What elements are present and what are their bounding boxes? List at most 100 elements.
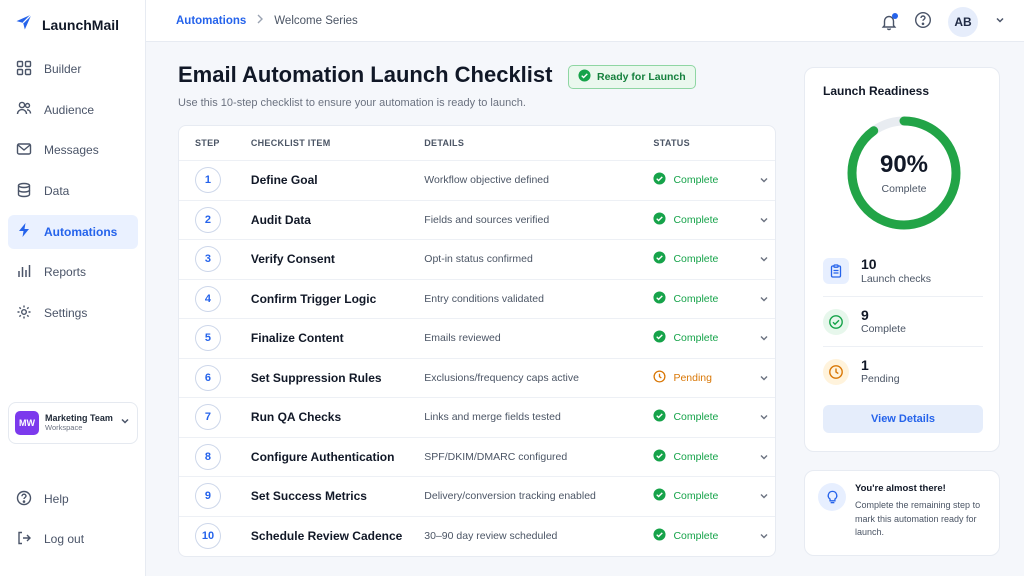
item-details: 30–90 day review scheduled xyxy=(424,530,558,543)
breadcrumb-automations[interactable]: Automations xyxy=(176,15,246,27)
status-label: Complete xyxy=(673,253,719,266)
sidebar-item-audience[interactable]: Audience xyxy=(8,93,138,127)
check-circle-icon xyxy=(653,528,666,544)
chevron-down-icon[interactable] xyxy=(753,411,775,423)
sidebar-item-label: Audience xyxy=(44,102,95,117)
sidebar-item-label: Automations xyxy=(44,224,118,239)
help-circle-icon[interactable] xyxy=(914,11,932,34)
brand[interactable]: LaunchMail xyxy=(14,12,119,37)
table-row[interactable]: 7 Run QA Checks Links and merge fields tes… xyxy=(179,398,775,438)
sidebar-item-help[interactable]: Help xyxy=(8,482,138,516)
chevron-down-icon[interactable] xyxy=(994,13,1006,31)
chevron-down-icon[interactable] xyxy=(753,253,775,265)
chevron-down-icon xyxy=(119,414,131,432)
header-details: DETAILS xyxy=(424,138,465,148)
item-status: Complete xyxy=(653,449,753,465)
table-row[interactable]: 4 Confirm Trigger Logic Entry conditions v… xyxy=(179,280,775,319)
table-row[interactable]: 5 Finalize Content Emails reviewed Complete xyxy=(179,319,775,359)
stat-value: 1 xyxy=(861,356,869,373)
clock-icon xyxy=(653,370,666,386)
sidebar-item-label: Reports xyxy=(44,265,87,280)
page-title: Email Automation Launch Checklist xyxy=(178,62,553,87)
item-status: Complete xyxy=(653,172,753,188)
readiness-title: Launch Readiness xyxy=(823,84,930,98)
chevron-down-icon[interactable] xyxy=(753,332,775,344)
sidebar-item-label: Builder xyxy=(44,62,82,76)
header-item: CHECKLIST ITEM xyxy=(250,138,331,148)
workspace-switcher[interactable]: MW Marketing Team Workspace xyxy=(8,402,138,444)
workspace-avatar: MW xyxy=(15,411,39,435)
table-row[interactable]: 10 Schedule Review Cadence 30–90 day revie… xyxy=(179,517,775,557)
item-details: Emails reviewed xyxy=(424,332,501,345)
status-label: Complete xyxy=(673,332,719,345)
chevron-down-icon[interactable] xyxy=(753,530,775,542)
check-circle-icon xyxy=(653,251,666,267)
checklist-item: Configure Authentication xyxy=(250,449,395,464)
table-row[interactable]: 8 Configure Authentication SPF/DKIM/DMARC … xyxy=(179,438,775,477)
item-status: Complete xyxy=(653,409,753,425)
status-label: Complete xyxy=(673,174,719,187)
table-row[interactable]: 3 Verify Consent Opt-in status confirmed Co… xyxy=(179,240,775,280)
help-icon xyxy=(16,490,32,509)
item-details: Workflow objective defined xyxy=(424,174,549,187)
stat-pending: 1 Pending xyxy=(823,346,983,396)
item-status: Complete xyxy=(653,291,753,307)
chevron-down-icon[interactable] xyxy=(753,451,775,463)
checklist-item: Verify Consent xyxy=(250,252,335,267)
sidebar-item-data[interactable]: Data xyxy=(8,174,138,208)
stat-label: Complete xyxy=(861,323,906,336)
table-row[interactable]: 9 Set Success Metrics Delivery/conversion … xyxy=(179,477,775,517)
checklist-item: Schedule Review Cadence xyxy=(250,529,403,544)
stat-complete: 9 Complete xyxy=(823,296,983,346)
check-circle-icon xyxy=(578,69,591,85)
sidebar-item-automations[interactable]: Automations xyxy=(8,214,138,249)
table-header: STEP CHECKLIST ITEM DETAILS STATUS xyxy=(179,126,775,161)
launch-readiness-card: Launch Readiness 90% Complete 10 Launch … xyxy=(804,67,1000,452)
bolt-icon xyxy=(16,222,32,241)
step-number: 10 xyxy=(195,523,221,550)
top-actions: AB xyxy=(880,7,1006,37)
chevron-down-icon[interactable] xyxy=(753,174,775,186)
table-row[interactable]: 6 Set Suppression Rules Exclusions/frequen… xyxy=(179,359,775,398)
sidebar-item-builder[interactable]: Builder xyxy=(8,52,138,86)
checklist-item: Audit Data xyxy=(250,212,311,227)
view-details-button[interactable]: View Details xyxy=(823,405,983,433)
user-avatar[interactable]: AB xyxy=(948,7,978,37)
check-circle-icon xyxy=(653,291,666,307)
topbar: Automations Welcome Series AB xyxy=(146,0,1024,42)
header-status: STATUS xyxy=(653,138,690,148)
table-row[interactable]: 1 Define Goal Workflow objective defined Co… xyxy=(179,161,775,201)
chevron-down-icon[interactable] xyxy=(753,293,775,305)
step-number: 9 xyxy=(195,483,221,510)
stat-label: Pending xyxy=(861,373,900,386)
gauge-text: 90% Complete xyxy=(844,113,964,233)
chevron-down-icon[interactable] xyxy=(753,372,775,384)
bell-icon xyxy=(880,15,898,35)
checklist-table: STEP CHECKLIST ITEM DETAILS STATUS 1 Defi… xyxy=(178,125,776,557)
sidebar-item-label: Log out xyxy=(44,532,85,546)
lightbulb-icon xyxy=(818,483,846,511)
clipboard-icon xyxy=(823,258,849,284)
sidebar-item-settings[interactable]: Settings xyxy=(8,296,138,330)
step-number: 1 xyxy=(195,167,221,194)
stat-launch-checks: 10 Launch checks xyxy=(823,246,983,296)
sidebar-item-logout[interactable]: Log out xyxy=(8,522,138,556)
table-row[interactable]: 2 Audit Data Fields and sources verified Co… xyxy=(179,201,775,240)
breadcrumb-separator-icon xyxy=(256,14,264,27)
notifications-button[interactable] xyxy=(880,13,898,31)
sidebar-item-reports[interactable]: Reports xyxy=(8,255,138,289)
sidebar-item-messages[interactable]: Messages xyxy=(8,133,138,167)
checklist-item: Run QA Checks xyxy=(250,410,342,425)
gauge-caption: Complete xyxy=(881,183,927,195)
status-label: Complete xyxy=(673,292,719,305)
item-status: Complete xyxy=(653,212,753,228)
item-details: Links and merge fields tested xyxy=(424,411,561,424)
chevron-down-icon[interactable] xyxy=(753,490,775,502)
stat-value: 10 xyxy=(861,256,877,273)
chevron-down-icon[interactable] xyxy=(753,214,775,226)
status-label: Complete xyxy=(673,411,719,424)
paper-plane-icon xyxy=(14,12,34,37)
step-number: 5 xyxy=(195,325,221,352)
step-number: 8 xyxy=(195,443,221,470)
status-badge-label: Ready for Launch xyxy=(597,71,686,83)
